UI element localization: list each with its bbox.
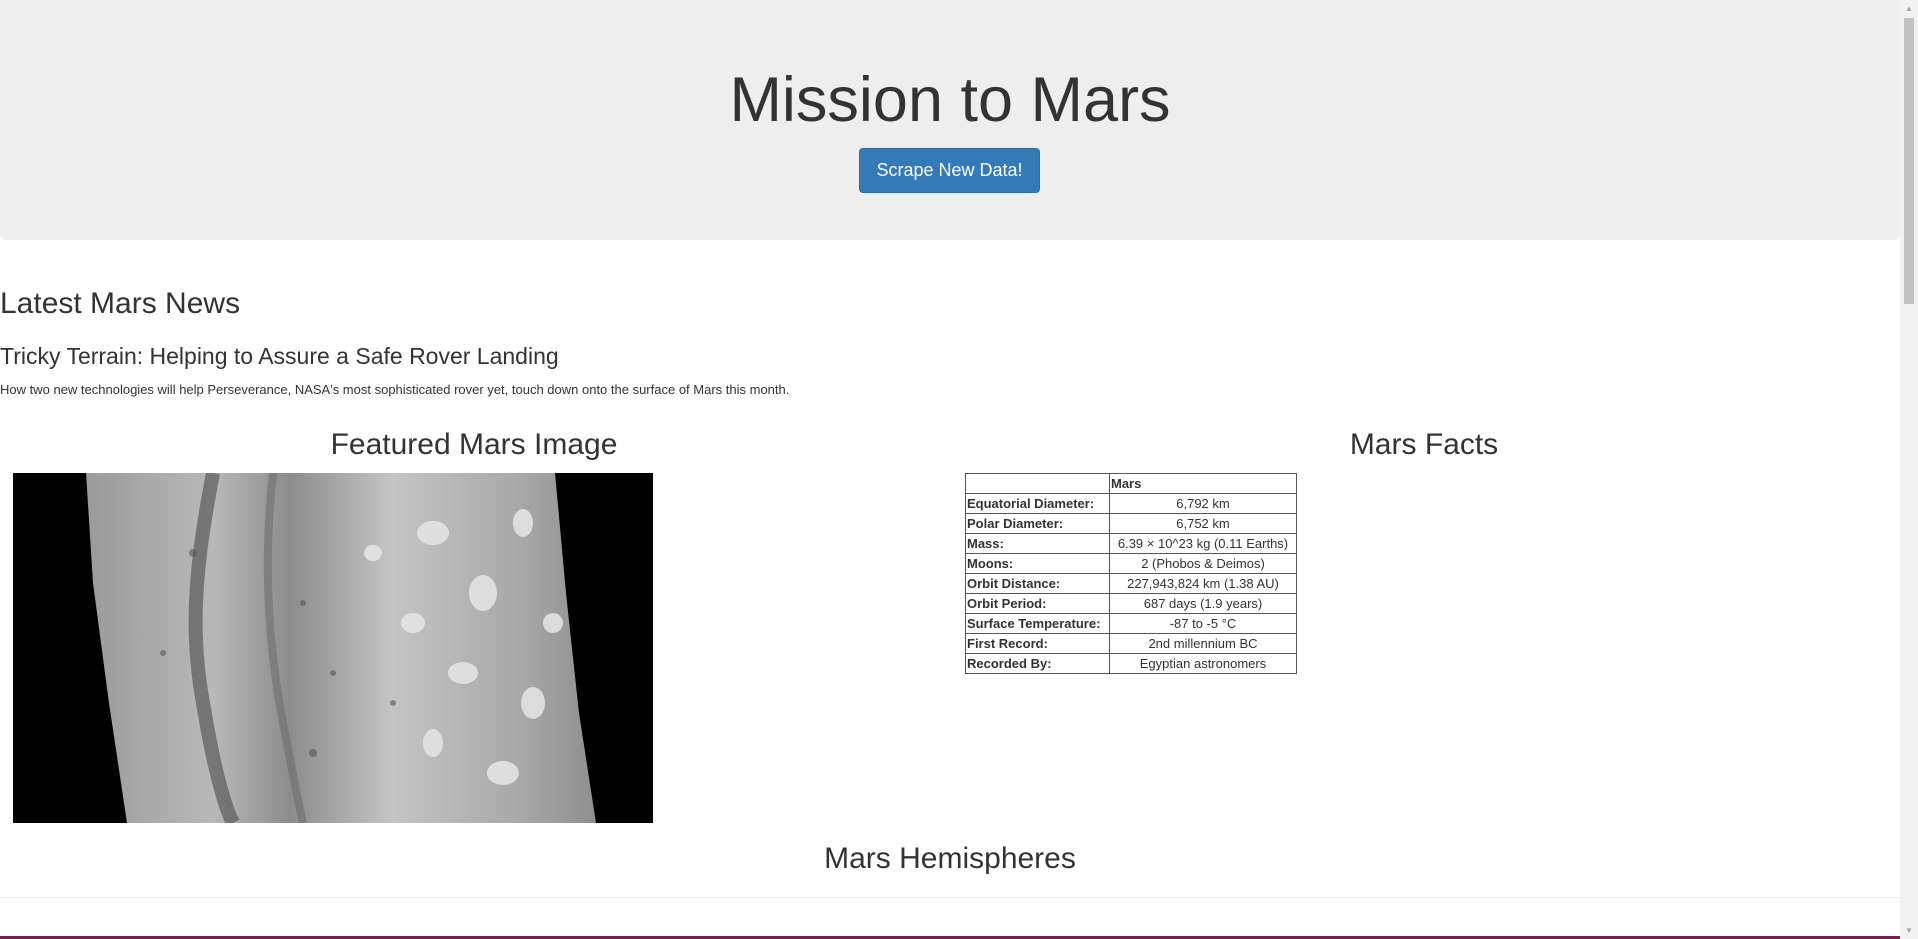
jumbotron-header: Mission to Mars Scrape New Data! bbox=[0, 0, 1900, 240]
table-row: First Record: 2nd millennium BC bbox=[965, 633, 1297, 654]
vertical-scrollbar[interactable]: ▲ ▼ bbox=[1900, 0, 1918, 939]
scroll-up-arrow-icon[interactable]: ▲ bbox=[1900, 0, 1918, 17]
table-row: Mass: 6.39 × 10^23 kg (0.11 Earths) bbox=[965, 533, 1297, 554]
facts-header-row: Mars bbox=[965, 473, 1297, 494]
table-row: Moons: 2 (Phobos & Deimos) bbox=[965, 553, 1297, 574]
table-row: Polar Diameter: 6,752 km bbox=[965, 513, 1297, 534]
mars-hemispheres-heading: Mars Hemispheres bbox=[824, 842, 1076, 875]
fact-label: Polar Diameter: bbox=[965, 513, 1110, 534]
mars-facts-heading: Mars Facts bbox=[1349, 428, 1499, 461]
fact-value: 6.39 × 10^23 kg (0.11 Earths) bbox=[1109, 533, 1297, 554]
divider bbox=[0, 897, 1900, 898]
fact-label: Mass: bbox=[965, 533, 1110, 554]
featured-mars-image bbox=[13, 471, 653, 827]
fact-label: Orbit Period: bbox=[965, 593, 1110, 614]
latest-news-heading: Latest Mars News bbox=[0, 287, 241, 320]
table-row: Orbit Distance: 227,943,824 km (1.38 AU) bbox=[965, 573, 1297, 594]
table-row: Orbit Period: 687 days (1.9 years) bbox=[965, 593, 1297, 614]
fact-value: 6,792 km bbox=[1109, 493, 1297, 514]
table-row: Recorded By: Egyptian astronomers bbox=[965, 653, 1297, 674]
fact-value: 6,752 km bbox=[1109, 513, 1297, 534]
fact-label: First Record: bbox=[965, 633, 1110, 654]
facts-header-empty bbox=[965, 473, 1110, 494]
news-paragraph: How two new technologies will help Perse… bbox=[0, 382, 790, 397]
scroll-down-arrow-icon[interactable]: ▼ bbox=[1900, 922, 1918, 939]
news-title: Tricky Terrain: Helping to Assure a Safe… bbox=[0, 343, 559, 369]
fact-value: 227,943,824 km (1.38 AU) bbox=[1109, 573, 1297, 594]
mars-facts-table: Mars Equatorial Diameter: 6,792 km Polar… bbox=[965, 473, 1297, 674]
page-title: Mission to Mars bbox=[729, 65, 1171, 135]
fact-label: Equatorial Diameter: bbox=[965, 493, 1110, 514]
mars-surface-image bbox=[13, 471, 653, 827]
facts-column-header: Mars bbox=[1109, 473, 1297, 494]
fact-label: Orbit Distance: bbox=[965, 573, 1110, 594]
scrollbar-thumb[interactable] bbox=[1904, 18, 1914, 304]
fact-value: Egyptian astronomers bbox=[1109, 653, 1297, 674]
featured-image-heading: Featured Mars Image bbox=[330, 428, 618, 461]
fact-label: Moons: bbox=[965, 553, 1110, 574]
scrape-new-data-button[interactable]: Scrape New Data! bbox=[859, 148, 1040, 193]
page: Mission to Mars Scrape New Data! Latest … bbox=[0, 0, 1900, 939]
fact-label: Recorded By: bbox=[965, 653, 1110, 674]
fact-value: -87 to -5 °C bbox=[1109, 613, 1297, 634]
fact-value: 2 (Phobos & Deimos) bbox=[1109, 553, 1297, 574]
fact-value: 687 days (1.9 years) bbox=[1109, 593, 1297, 614]
fact-value: 2nd millennium BC bbox=[1109, 633, 1297, 654]
fact-label: Surface Temperature: bbox=[965, 613, 1110, 634]
table-row: Surface Temperature: -87 to -5 °C bbox=[965, 613, 1297, 634]
table-row: Equatorial Diameter: 6,792 km bbox=[965, 493, 1297, 514]
